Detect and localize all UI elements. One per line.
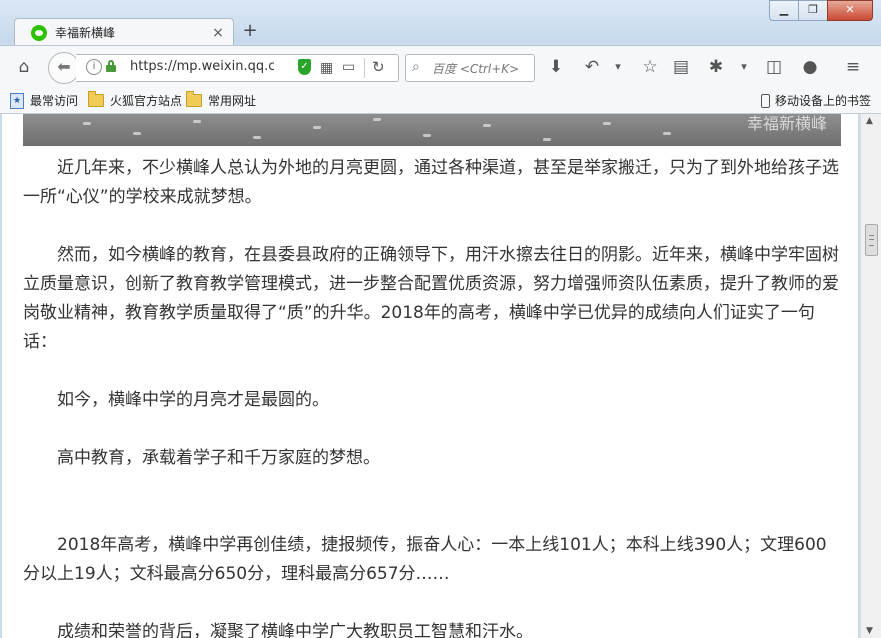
menu-icon[interactable]: ≡ [841,55,865,79]
bookmark-mobile[interactable]: 移动设备上的书签 [760,92,871,109]
title-bar: 幸福新横峰 × + ▁ ❐ ✕ [0,0,881,46]
scroll-down-arrow-icon[interactable]: ▼ [866,626,873,636]
article-body: 近几年来，不少横峰人总认为外地的月亮更圆，通过各种渠道，甚至是举家搬迁，只为了到… [23,154,841,638]
dropdown-arrow-icon[interactable]: ▾ [732,55,756,79]
wechat-icon [31,24,47,41]
new-tab-button[interactable]: + [240,20,260,42]
sidebar-icon[interactable]: ◫ [762,55,786,79]
restore-button[interactable]: ❐ [798,0,828,21]
undo-icon[interactable]: ↶ [580,55,604,79]
scroll-up-arrow-icon[interactable]: ▲ [866,116,873,126]
url-text[interactable]: https://mp.weixin.qq.com [130,59,274,74]
article-paragraph: 近几年来，不少横峰人总认为外地的月亮更圆，通过各种渠道，甚至是举家搬迁，只为了到… [23,158,839,207]
bookmark-label: 火狐官方站点 [110,94,183,108]
article-paragraph: 然而，如今横峰的教育，在县委县政府的正确领导下，用汗水擦去往日的阴影。近年来，横… [23,245,839,352]
navigation-bar: ⌂ ⬅ i https://mp.weixin.qq.com ✓ ▦ ▭ ↻ ⌕… [0,45,881,88]
reload-icon[interactable]: ↻ [372,58,385,76]
tab-title: 幸福新横峰 [55,26,116,40]
bookmark-label: 最常访问 [30,94,79,108]
bookmarks-bar: ★ 最常访问 火狐官方站点 常用网址 移动设备上的书签 [0,88,881,114]
bookmark-common-sites[interactable]: 常用网址 [186,91,257,109]
mobile-device-icon [760,93,770,108]
article-paragraph: 2018年高考，横峰中学再创佳绩，捷报频传，振奋人心：一本上线101人；本科上线… [23,535,827,584]
page-content: 幸福新横峰 近几年来，不少横峰人总认为外地的月亮更圆，通过各种渠道，甚至是举家搬… [2,114,858,638]
vertical-scrollbar[interactable]: ▲ ▼ [860,114,881,638]
article-paragraph: 成绩和荣誉的背后，凝聚了横峰中学广大教职员工智慧和汗水。 [57,622,533,638]
reader-view-icon[interactable]: ▭ [342,59,355,75]
shield-icon[interactable]: ✓ [298,59,311,75]
extension-icon[interactable]: ✱ [704,55,728,79]
qr-code-icon[interactable]: ▦ [320,60,333,76]
article-paragraph: 如今，横峰中学的月亮才是最圆的。 [57,390,329,410]
info-icon[interactable]: i [86,59,102,75]
folder-icon [88,91,104,107]
bookmark-label: 移动设备上的书签 [774,94,871,108]
folder-icon [186,91,202,107]
close-window-button[interactable]: ✕ [827,0,873,21]
search-placeholder: 百度 <Ctrl+K> [432,62,520,76]
tab-active[interactable]: 幸福新横峰 × [14,18,234,46]
minimize-button[interactable]: ▁ [769,0,799,21]
article-image: 幸福新横峰 [23,114,841,146]
chat-icon[interactable]: ● [798,55,822,79]
scroll-thumb[interactable] [865,224,878,256]
search-input[interactable]: ⌕ 百度 <Ctrl+K> [405,54,535,82]
dropdown-arrow-icon[interactable]: ▾ [606,55,630,79]
library-icon[interactable]: ▤ [669,55,693,79]
tab-close-icon[interactable]: × [209,25,227,41]
bookmark-star-icon[interactable]: ☆ [638,55,662,79]
bookmark-firefox-sites[interactable]: 火狐官方站点 [88,91,183,109]
home-icon[interactable]: ⌂ [12,55,36,79]
url-divider [364,58,365,78]
window-controls: ▁ ❐ ✕ [769,0,873,21]
article-paragraph: 高中教育，承载着学子和千万家庭的梦想。 [57,448,380,468]
bookmark-most-visited[interactable]: ★ 最常访问 [10,92,78,109]
most-visited-icon: ★ [10,92,24,109]
bookmark-label: 常用网址 [208,94,257,108]
image-watermark: 幸福新横峰 [746,114,827,133]
download-icon[interactable]: ⬇ [544,55,568,79]
browser-window: 幸福新横峰 × + ▁ ❐ ✕ ⌂ ⬅ i https://mp.weixin.… [0,0,881,638]
search-icon: ⌕ [412,59,420,75]
lock-icon [106,60,116,72]
url-bar[interactable]: i https://mp.weixin.qq.com ✓ ▦ ▭ ↻ [76,54,399,82]
